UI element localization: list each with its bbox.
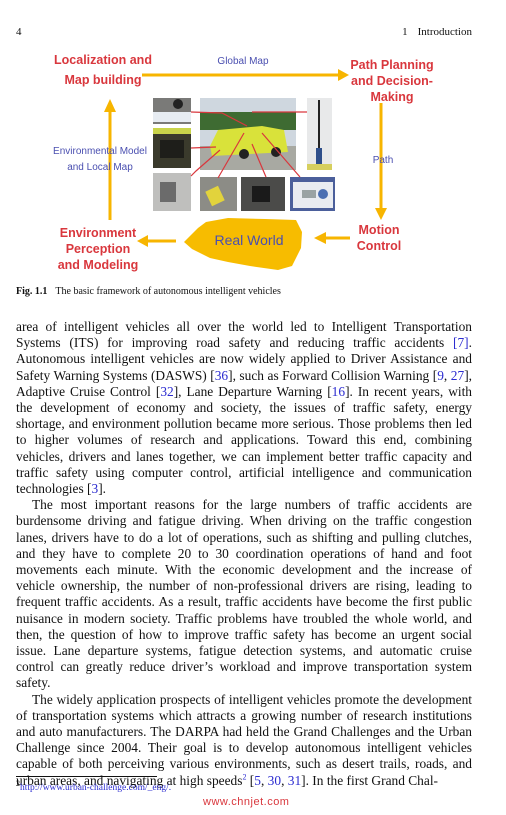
watermark: www.chnjet.com	[203, 796, 290, 808]
citation-link[interactable]: 9	[437, 368, 444, 383]
body-text: area of intelligent vehicles all over th…	[16, 319, 472, 789]
node-motion-line2: Control	[356, 239, 402, 253]
citation-link[interactable]: 31	[288, 773, 301, 788]
citation-link[interactable]: 27	[451, 368, 464, 383]
arrow-global-map	[142, 69, 349, 81]
node-localization: Localization and Map building	[44, 50, 162, 90]
node-path-planning-line2: and Decision-	[351, 74, 433, 88]
footnote-link[interactable]: http://www.urban-challenge.com/_eng/.	[20, 783, 171, 793]
citation-link[interactable]: 32	[160, 384, 173, 399]
arrow-motion-to-realworld	[314, 232, 350, 244]
footnote-rule	[16, 776, 157, 777]
node-real-world: Real World	[214, 232, 284, 248]
paragraph-2: The most important reasons for the large…	[16, 497, 472, 691]
edge-label-environmental-model: Environmental Model and Local Map	[48, 144, 152, 176]
citation-link[interactable]: 16	[332, 384, 345, 399]
node-localization-line1: Localization and	[54, 53, 152, 67]
edge-label-env-model-line2: and Local Map	[67, 162, 133, 173]
node-environment-line2: Perception	[65, 242, 131, 256]
photo-antenna	[307, 98, 332, 170]
photo-gps-receiver	[290, 177, 335, 211]
caption-text: The basic framework of autonomous intell…	[55, 286, 281, 297]
photo-vehicle	[200, 98, 296, 170]
node-environment-line3: and Modeling	[57, 258, 139, 272]
node-environment-line1: Environment	[59, 226, 137, 240]
edge-label-env-model-line1: Environmental Model	[53, 146, 147, 157]
node-path-planning: Path Planning and Decision- Making	[344, 57, 440, 105]
paragraph-1: area of intelligent vehicles all over th…	[16, 319, 472, 497]
photo-laser-scanner	[153, 128, 191, 168]
citation-link[interactable]: 3	[92, 481, 99, 496]
node-localization-line2: Map building	[64, 73, 142, 87]
node-motion-control: Motion Control	[348, 222, 410, 254]
footnote: 2http://www.urban-challenge.com/_eng/.	[16, 779, 171, 793]
edge-label-path: Path	[372, 155, 394, 166]
node-path-planning-line3: Making	[370, 90, 414, 104]
paragraph-3: The widely application prospects of inte…	[16, 691, 472, 788]
edge-label-global-map: Global Map	[217, 56, 269, 67]
citation-link[interactable]: [7]	[453, 335, 469, 350]
figure-caption: Fig. 1.1 The basic framework of autonomou…	[16, 286, 281, 297]
photo-computer	[153, 173, 191, 211]
figure-framework: Localization and Map building Path Plann…	[0, 0, 506, 280]
citation-link[interactable]: 36	[215, 368, 228, 383]
node-path-planning-line1: Path Planning	[350, 58, 434, 72]
citation-link[interactable]: 30	[268, 773, 281, 788]
photo-camera	[153, 98, 191, 124]
citation-link[interactable]: 5	[254, 773, 261, 788]
node-environment-perception: Environment Perception and Modeling	[50, 225, 146, 273]
caption-label: Fig. 1.1	[16, 286, 48, 297]
photo-actuator	[241, 177, 285, 211]
photo-joystick	[200, 177, 237, 211]
footnote-ref[interactable]: 2	[242, 772, 246, 781]
node-motion-line1: Motion	[358, 223, 400, 237]
